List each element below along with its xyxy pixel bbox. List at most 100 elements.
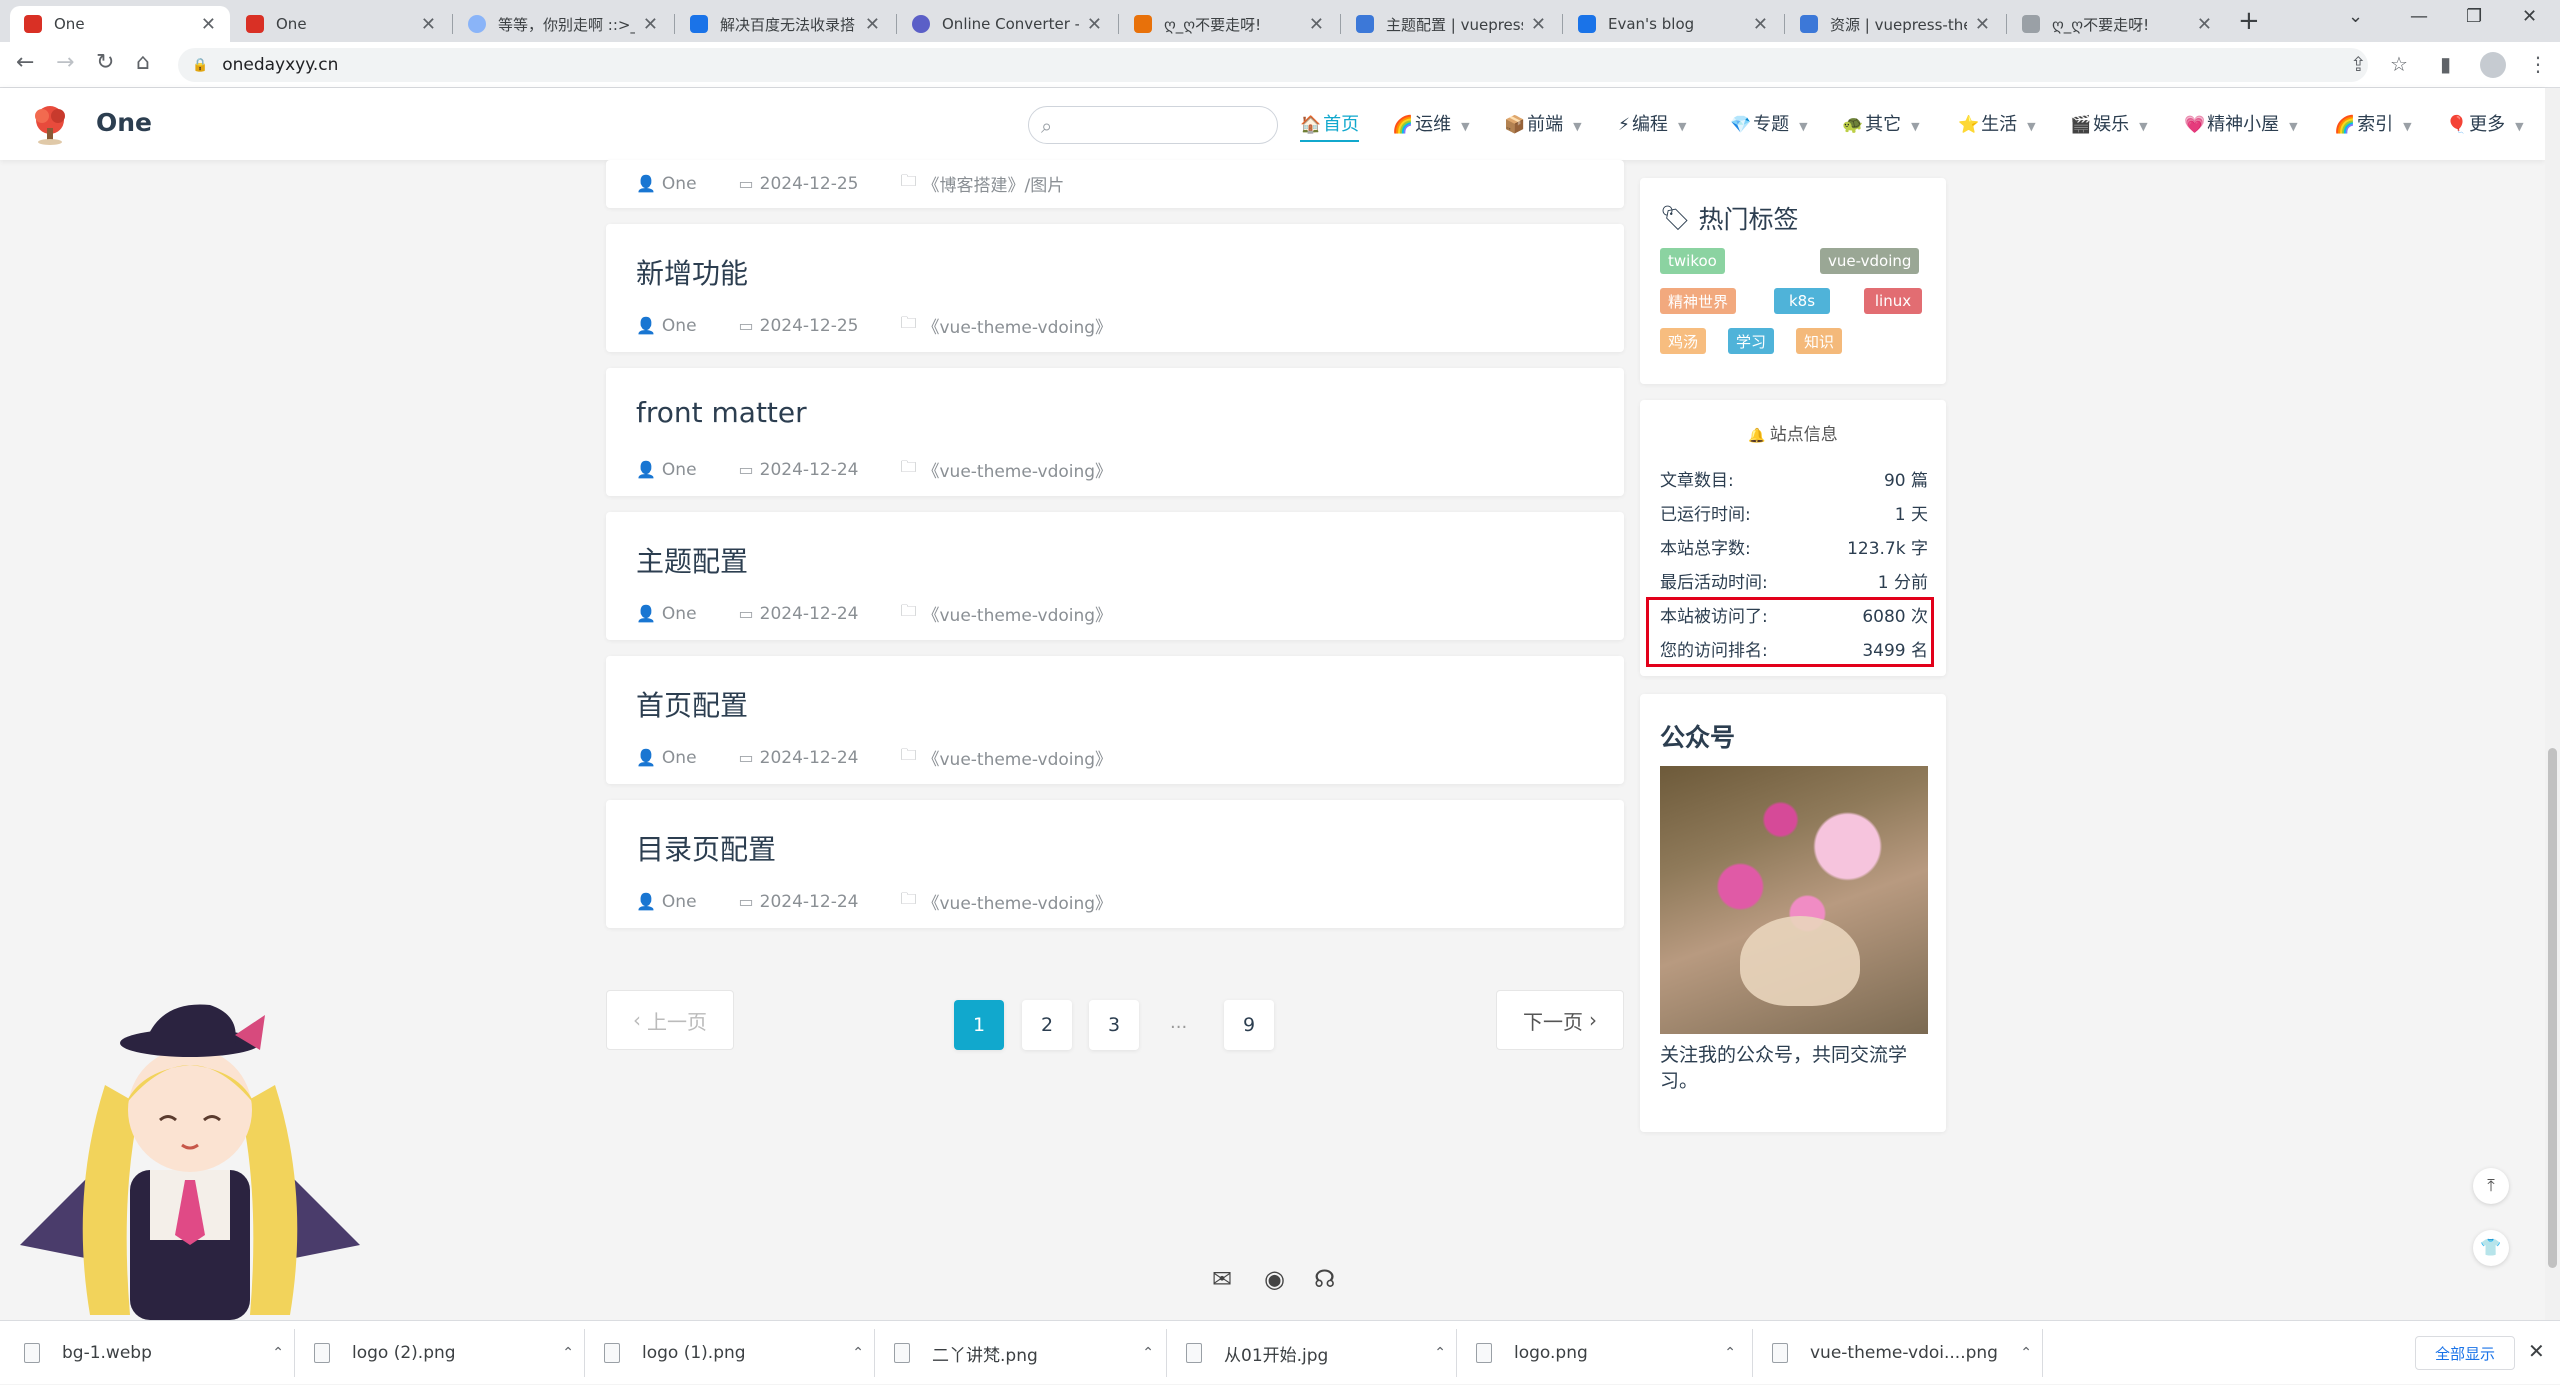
download-item[interactable]: 二丫讲梵.png ⌃ <box>894 1321 1154 1385</box>
page-scrollbar[interactable] <box>2545 88 2560 1320</box>
post-title[interactable]: 新增功能 <box>636 252 748 292</box>
search-input[interactable]: ⌕ <box>1028 106 1278 144</box>
nav-item-programming[interactable]: ⚡ 编程 ▼ <box>1618 110 1686 136</box>
chevron-up-icon[interactable]: ⌃ <box>272 1345 284 1361</box>
post-category[interactable]: 《vue-theme-vdoing》 <box>922 745 1112 770</box>
post-author[interactable]: One <box>662 460 697 480</box>
post-card[interactable]: 目录页配置 👤 One ▭ 2024-12-24 🗀 《vue-theme-vdoin… <box>606 800 1624 928</box>
scrollbar-thumb[interactable] <box>2548 748 2557 1268</box>
profile-avatar[interactable] <box>2480 52 2506 78</box>
post-title[interactable]: front matter <box>636 396 807 429</box>
close-icon[interactable]: ✕ <box>2197 14 2212 35</box>
post-card[interactable]: 新增功能 👤 One ▭ 2024-12-25 🗀 《vue-theme-vdoing… <box>606 224 1624 352</box>
menu-kebab-icon[interactable]: ⋮ <box>2528 52 2548 76</box>
close-icon[interactable]: ✕ <box>643 14 658 35</box>
url-input[interactable]: 🔒 onedayxyy.cn <box>178 48 2368 82</box>
back-to-top-button[interactable]: ⤒ <box>2473 1168 2509 1204</box>
anime-mascot-image[interactable] <box>10 995 370 1320</box>
browser-tab[interactable]: 等等，你别走啊 ::>_ ✕ <box>454 6 672 42</box>
email-icon[interactable]: ✉ <box>1212 1265 1232 1293</box>
side-panel-icon[interactable]: ▮ <box>2440 52 2451 76</box>
post-card[interactable]: 👤 One ▭ 2024-12-25 🗀 《博客搭建》/图片 <box>606 160 1624 208</box>
nav-item-topics[interactable]: 💎 专题 ▼ <box>1730 110 1808 136</box>
post-card[interactable]: 主题配置 👤 One ▭ 2024-12-24 🗀 《vue-theme-vdoing… <box>606 512 1624 640</box>
tag-chip[interactable]: 知识 <box>1796 328 1843 354</box>
nav-item-entertainment[interactable]: 🎬 娱乐 ▼ <box>2070 110 2148 136</box>
close-icon[interactable]: ✕ <box>1531 14 1546 35</box>
nav-item-other[interactable]: 🐢 其它 ▼ <box>1842 110 1920 136</box>
post-title[interactable]: 主题配置 <box>636 540 748 580</box>
tag-chip[interactable]: 鸡汤 <box>1660 328 1707 354</box>
next-page-button[interactable]: 下一页 › <box>1496 990 1624 1050</box>
download-item[interactable]: vue-theme-vdoi....png ⌃ <box>1772 1321 2032 1385</box>
close-icon[interactable]: ✕ <box>2528 1339 2545 1363</box>
post-author[interactable]: One <box>662 174 697 194</box>
close-icon[interactable]: ✕ <box>1975 14 1990 35</box>
post-card[interactable]: front matter 👤 One ▭ 2024-12-24 🗀 《vue-them… <box>606 368 1624 496</box>
site-title[interactable]: One <box>96 108 152 137</box>
post-card[interactable]: 首页配置 👤 One ▭ 2024-12-24 🗀 《vue-theme-vdoing… <box>606 656 1624 784</box>
download-item[interactable]: 从01开始.jpg ⌃ <box>1186 1321 1446 1385</box>
post-title[interactable]: 首页配置 <box>636 684 748 724</box>
nav-item-home[interactable]: 🏠 首页 <box>1300 110 1360 142</box>
post-author[interactable]: One <box>662 748 697 768</box>
post-category[interactable]: 《vue-theme-vdoing》 <box>922 601 1112 626</box>
browser-tab[interactable]: ღ_ღ不要走呀! ✕ <box>2008 6 2226 42</box>
close-icon[interactable]: ✕ <box>865 14 880 35</box>
restore-button[interactable]: ❐ <box>2466 6 2482 27</box>
share-icon[interactable]: ⇪ <box>2350 52 2367 76</box>
post-category[interactable]: 《vue-theme-vdoing》 <box>922 889 1112 914</box>
post-title[interactable]: 目录页配置 <box>636 828 776 868</box>
tag-chip[interactable]: 精神世界 <box>1660 288 1737 314</box>
browser-tab[interactable]: Evan's blog ✕ <box>1564 6 1782 42</box>
browser-tab[interactable]: One ✕ <box>232 6 450 42</box>
chevron-up-icon[interactable]: ⌃ <box>562 1345 574 1361</box>
home-icon[interactable]: ⌂ <box>136 50 150 75</box>
back-icon[interactable]: ← <box>16 50 34 75</box>
download-item[interactable]: bg-1.webp ⌃ <box>24 1321 284 1385</box>
chevron-up-icon[interactable]: ⌃ <box>2020 1345 2032 1361</box>
download-item[interactable]: logo (2).png ⌃ <box>314 1321 574 1385</box>
post-category[interactable]: 《博客搭建》/图片 <box>922 171 1064 196</box>
post-category[interactable]: 《vue-theme-vdoing》 <box>922 313 1112 338</box>
new-tab-button[interactable]: + <box>2238 6 2260 36</box>
tag-chip[interactable]: 学习 <box>1728 328 1775 354</box>
chevron-up-icon[interactable]: ⌃ <box>1142 1345 1154 1361</box>
close-icon[interactable]: ✕ <box>1309 14 1324 35</box>
minimize-button[interactable]: — <box>2410 6 2428 27</box>
bookmark-star-icon[interactable]: ☆ <box>2390 52 2408 76</box>
show-all-downloads-button[interactable]: 全部显示 <box>2415 1336 2515 1370</box>
nav-item-ops[interactable]: 🌈 运维 ▼ <box>1392 110 1470 136</box>
github-icon[interactable]: ◉ <box>1264 1265 1285 1293</box>
close-icon[interactable]: ✕ <box>421 14 436 35</box>
forward-icon[interactable]: → <box>56 50 74 75</box>
headphones-icon[interactable]: ☊ <box>1314 1265 1335 1293</box>
reload-icon[interactable]: ↻ <box>96 50 114 75</box>
nav-item-life[interactable]: ⭐ 生活 ▼ <box>1958 110 2036 136</box>
close-icon[interactable]: ✕ <box>201 14 216 35</box>
tag-chip[interactable]: k8s <box>1774 288 1830 314</box>
download-item[interactable]: logo.png ⌃ <box>1476 1321 1736 1385</box>
post-category[interactable]: 《vue-theme-vdoing》 <box>922 457 1112 482</box>
post-author[interactable]: One <box>662 892 697 912</box>
tag-chip[interactable]: vue-vdoing <box>1820 248 1920 274</box>
window-close-button[interactable]: ✕ <box>2522 6 2537 27</box>
post-author[interactable]: One <box>662 604 697 624</box>
close-icon[interactable]: ✕ <box>1087 14 1102 35</box>
close-icon[interactable]: ✕ <box>1753 14 1768 35</box>
browser-tab[interactable]: Online Converter - ✕ <box>898 6 1116 42</box>
post-author[interactable]: One <box>662 316 697 336</box>
page-number[interactable]: 9 <box>1224 1000 1274 1050</box>
browser-tab[interactable]: 资源 | vuepress-the ✕ <box>1786 6 2004 42</box>
nav-item-more[interactable]: 🎈 更多 ▼ <box>2446 110 2524 136</box>
page-number[interactable]: 3 <box>1089 1000 1139 1050</box>
theme-toggle-button[interactable]: 👕 <box>2473 1230 2509 1266</box>
browser-tab[interactable]: 解决百度无法收录搭 ✕ <box>676 6 894 42</box>
chevron-up-icon[interactable]: ⌃ <box>1434 1345 1446 1361</box>
tree-logo-icon[interactable] <box>28 102 72 146</box>
page-number[interactable]: 1 <box>954 1000 1004 1050</box>
tag-chip[interactable]: twikoo <box>1660 248 1725 274</box>
prev-page-button[interactable]: ‹ 上一页 <box>606 990 734 1050</box>
download-item[interactable]: logo (1).png ⌃ <box>604 1321 864 1385</box>
browser-tab[interactable]: 主题配置 | vuepress ✕ <box>1342 6 1560 42</box>
